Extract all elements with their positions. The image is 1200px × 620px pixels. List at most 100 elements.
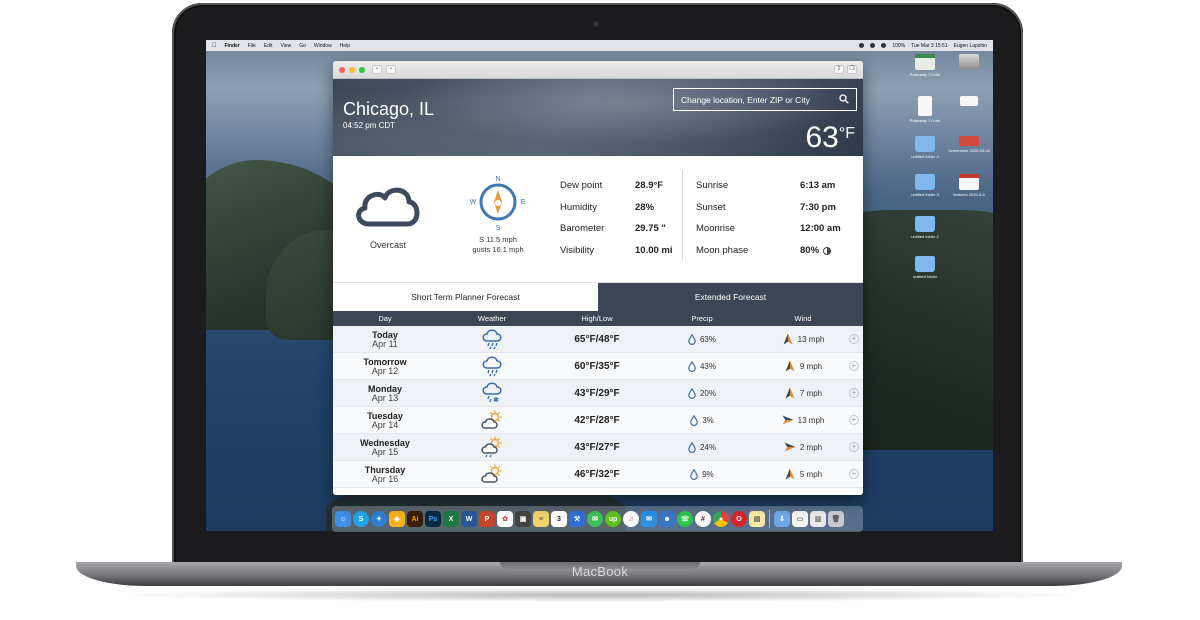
menu-item-edit[interactable]: Edit bbox=[264, 43, 273, 49]
wind-compass-icon: N E S W bbox=[470, 176, 526, 232]
photoshop-icon[interactable]: Ps bbox=[425, 511, 441, 527]
mail-icon[interactable]: ✉ bbox=[641, 511, 657, 527]
safari-icon[interactable]: ✦ bbox=[371, 511, 387, 527]
skype-icon[interactable]: S bbox=[353, 511, 369, 527]
forecast-row[interactable]: Tuesday Apr 14 42°F/28°F 3% 13 mph + bbox=[333, 407, 863, 434]
trash-icon[interactable]: 🗑 bbox=[828, 511, 844, 527]
status-icon[interactable] bbox=[881, 43, 887, 48]
contacts-icon[interactable]: ☻ bbox=[659, 511, 675, 527]
sketch-icon[interactable]: ◆ bbox=[389, 511, 405, 527]
cloud-icon bbox=[356, 187, 420, 227]
desktop-folder[interactable]: untitled folder bbox=[903, 256, 947, 279]
desktop-folder[interactable]: untitled folder 3 bbox=[903, 174, 947, 197]
xcode-icon[interactable]: ⚒ bbox=[569, 511, 585, 527]
expand-row-icon[interactable]: + bbox=[849, 442, 859, 452]
day-name: Tomorrow bbox=[363, 356, 407, 367]
raindrop-icon bbox=[690, 468, 699, 480]
forecast-row[interactable]: Today Apr 11 65°F/48°F 63% 13 mph + bbox=[333, 326, 863, 353]
desktop-drive[interactable] bbox=[947, 54, 991, 72]
temperature-value: 63 bbox=[805, 121, 839, 154]
back-button[interactable]: ‹ bbox=[372, 65, 382, 74]
menu-item-file[interactable]: File bbox=[248, 43, 256, 49]
menu-item-help[interactable]: Help bbox=[340, 43, 350, 49]
raindrop-icon bbox=[688, 333, 696, 345]
rain-cloud-icon bbox=[482, 329, 502, 350]
local-time: 04:52 pm CDT bbox=[343, 121, 396, 130]
powerpoint-icon[interactable]: P bbox=[479, 511, 495, 527]
expand-row-icon[interactable]: + bbox=[849, 361, 859, 371]
search-icon[interactable] bbox=[839, 93, 849, 106]
day-date: Apr 15 bbox=[371, 446, 399, 457]
messages-icon[interactable]: ✉ bbox=[587, 511, 603, 527]
forecast-row[interactable]: Wednesday Apr 15 43°F/27°F 24% 2 mph + bbox=[333, 434, 863, 461]
documents-icon[interactable]: ▭ bbox=[792, 511, 808, 527]
temperature-unit: °F bbox=[838, 125, 855, 142]
wind-direction-icon bbox=[785, 387, 795, 399]
status-icon[interactable] bbox=[870, 43, 876, 48]
forward-button[interactable]: › bbox=[386, 65, 396, 74]
weather-cell bbox=[437, 409, 547, 431]
zoom-window-button[interactable] bbox=[359, 66, 365, 73]
desktop-file[interactable]: features 2020-3-9 bbox=[947, 174, 991, 197]
upwork-icon[interactable]: up bbox=[605, 511, 621, 527]
desktop-file[interactable]: Pulseway 7.0.dm bbox=[903, 96, 947, 123]
expand-cell: + bbox=[849, 415, 863, 425]
stickies-icon[interactable]: ▤ bbox=[749, 511, 765, 527]
menu-item-view[interactable]: View bbox=[280, 43, 291, 49]
itunes-icon[interactable]: ♫ bbox=[623, 511, 639, 527]
illustrator-icon[interactable]: Ai bbox=[407, 511, 423, 527]
close-window-button[interactable] bbox=[339, 66, 345, 73]
opera-icon[interactable]: O bbox=[731, 511, 747, 527]
downloads-icon[interactable]: ⇩ bbox=[774, 511, 790, 527]
precip-cell: 43% bbox=[647, 360, 757, 372]
tabs-icon[interactable]: ❐ bbox=[847, 65, 857, 74]
desktop-file[interactable] bbox=[947, 96, 991, 108]
app-icon[interactable]: ▣ bbox=[515, 511, 531, 527]
expand-row-icon[interactable]: + bbox=[849, 469, 859, 479]
expand-row-icon[interactable]: + bbox=[849, 415, 859, 425]
compass-w: W bbox=[470, 199, 477, 206]
tab-extended[interactable]: Extended Forecast bbox=[598, 283, 863, 311]
forecast-row[interactable]: Tomorrow Apr 12 60°F/35°F 43% 9 mph + bbox=[333, 353, 863, 380]
folder-icon bbox=[915, 136, 935, 152]
whatsapp-icon[interactable]: ☏ bbox=[677, 511, 693, 527]
high-low-value: 43°F/27°F bbox=[574, 441, 620, 453]
status-icon[interactable] bbox=[859, 43, 865, 48]
menu-item-window[interactable]: Window bbox=[314, 43, 332, 49]
calendar-icon[interactable]: 3 bbox=[551, 511, 567, 527]
desktop-file[interactable]: Screenshot 2020-03-03 bbox=[947, 136, 991, 153]
minimize-window-button[interactable] bbox=[349, 66, 355, 73]
desktop-file[interactable]: Pulseway 7.0.dm bbox=[903, 54, 947, 77]
forecast-row[interactable]: Thursday Apr 16 46°F/32°F 9% 5 mph + bbox=[333, 461, 863, 488]
partly-sunny-rain-icon bbox=[481, 436, 502, 458]
photos-icon[interactable]: ✿ bbox=[497, 511, 513, 527]
chrome-icon[interactable]: ● bbox=[713, 511, 729, 527]
word-icon[interactable]: W bbox=[461, 511, 477, 527]
finder-icon[interactable]: ☺ bbox=[335, 511, 351, 527]
location-search-input[interactable]: Change location, Enter ZIP or City bbox=[673, 88, 857, 111]
precip-value: 20% bbox=[699, 388, 716, 398]
forecast-table-header: Day Weather High/Low Precip Wind bbox=[333, 311, 863, 326]
slack-icon[interactable]: # bbox=[695, 511, 711, 527]
expand-row-icon[interactable]: + bbox=[849, 334, 859, 344]
day-cell: Tuesday Apr 14 bbox=[333, 411, 437, 430]
precip-value: 9% bbox=[702, 469, 714, 479]
tab-short-term[interactable]: Short Term Planner Forecast bbox=[333, 283, 598, 311]
menu-user[interactable]: Eugen Lapshin bbox=[954, 43, 987, 49]
high-low-value: 60°F/35°F bbox=[574, 360, 620, 372]
battery-percent[interactable]: 100% bbox=[892, 43, 905, 49]
preview-icon[interactable]: ▥ bbox=[810, 511, 826, 527]
desktop-folder[interactable]: untitled folder 4 bbox=[903, 136, 947, 159]
header-day: Day bbox=[378, 314, 392, 323]
desktop-folder[interactable]: untitled folder 2 bbox=[903, 216, 947, 239]
excel-icon[interactable]: X bbox=[443, 511, 459, 527]
forecast-row[interactable]: Monday Apr 13 43°F/29°F 20% 7 mph + bbox=[333, 380, 863, 407]
share-icon[interactable]: ⇪ bbox=[834, 65, 844, 74]
forecast-table-body: Today Apr 11 65°F/48°F 63% 13 mph + Tomorrow Ap… bbox=[333, 326, 863, 488]
expand-row-icon[interactable]: + bbox=[849, 388, 859, 398]
menu-app-name[interactable]: Finder bbox=[225, 43, 240, 49]
menu-datetime[interactable]: Tue Mar 3 15:51 bbox=[911, 43, 948, 49]
menu-item-go[interactable]: Go bbox=[299, 43, 306, 49]
notes-icon[interactable]: ≡ bbox=[533, 511, 549, 527]
apple-menu-icon[interactable]:  bbox=[212, 43, 217, 49]
